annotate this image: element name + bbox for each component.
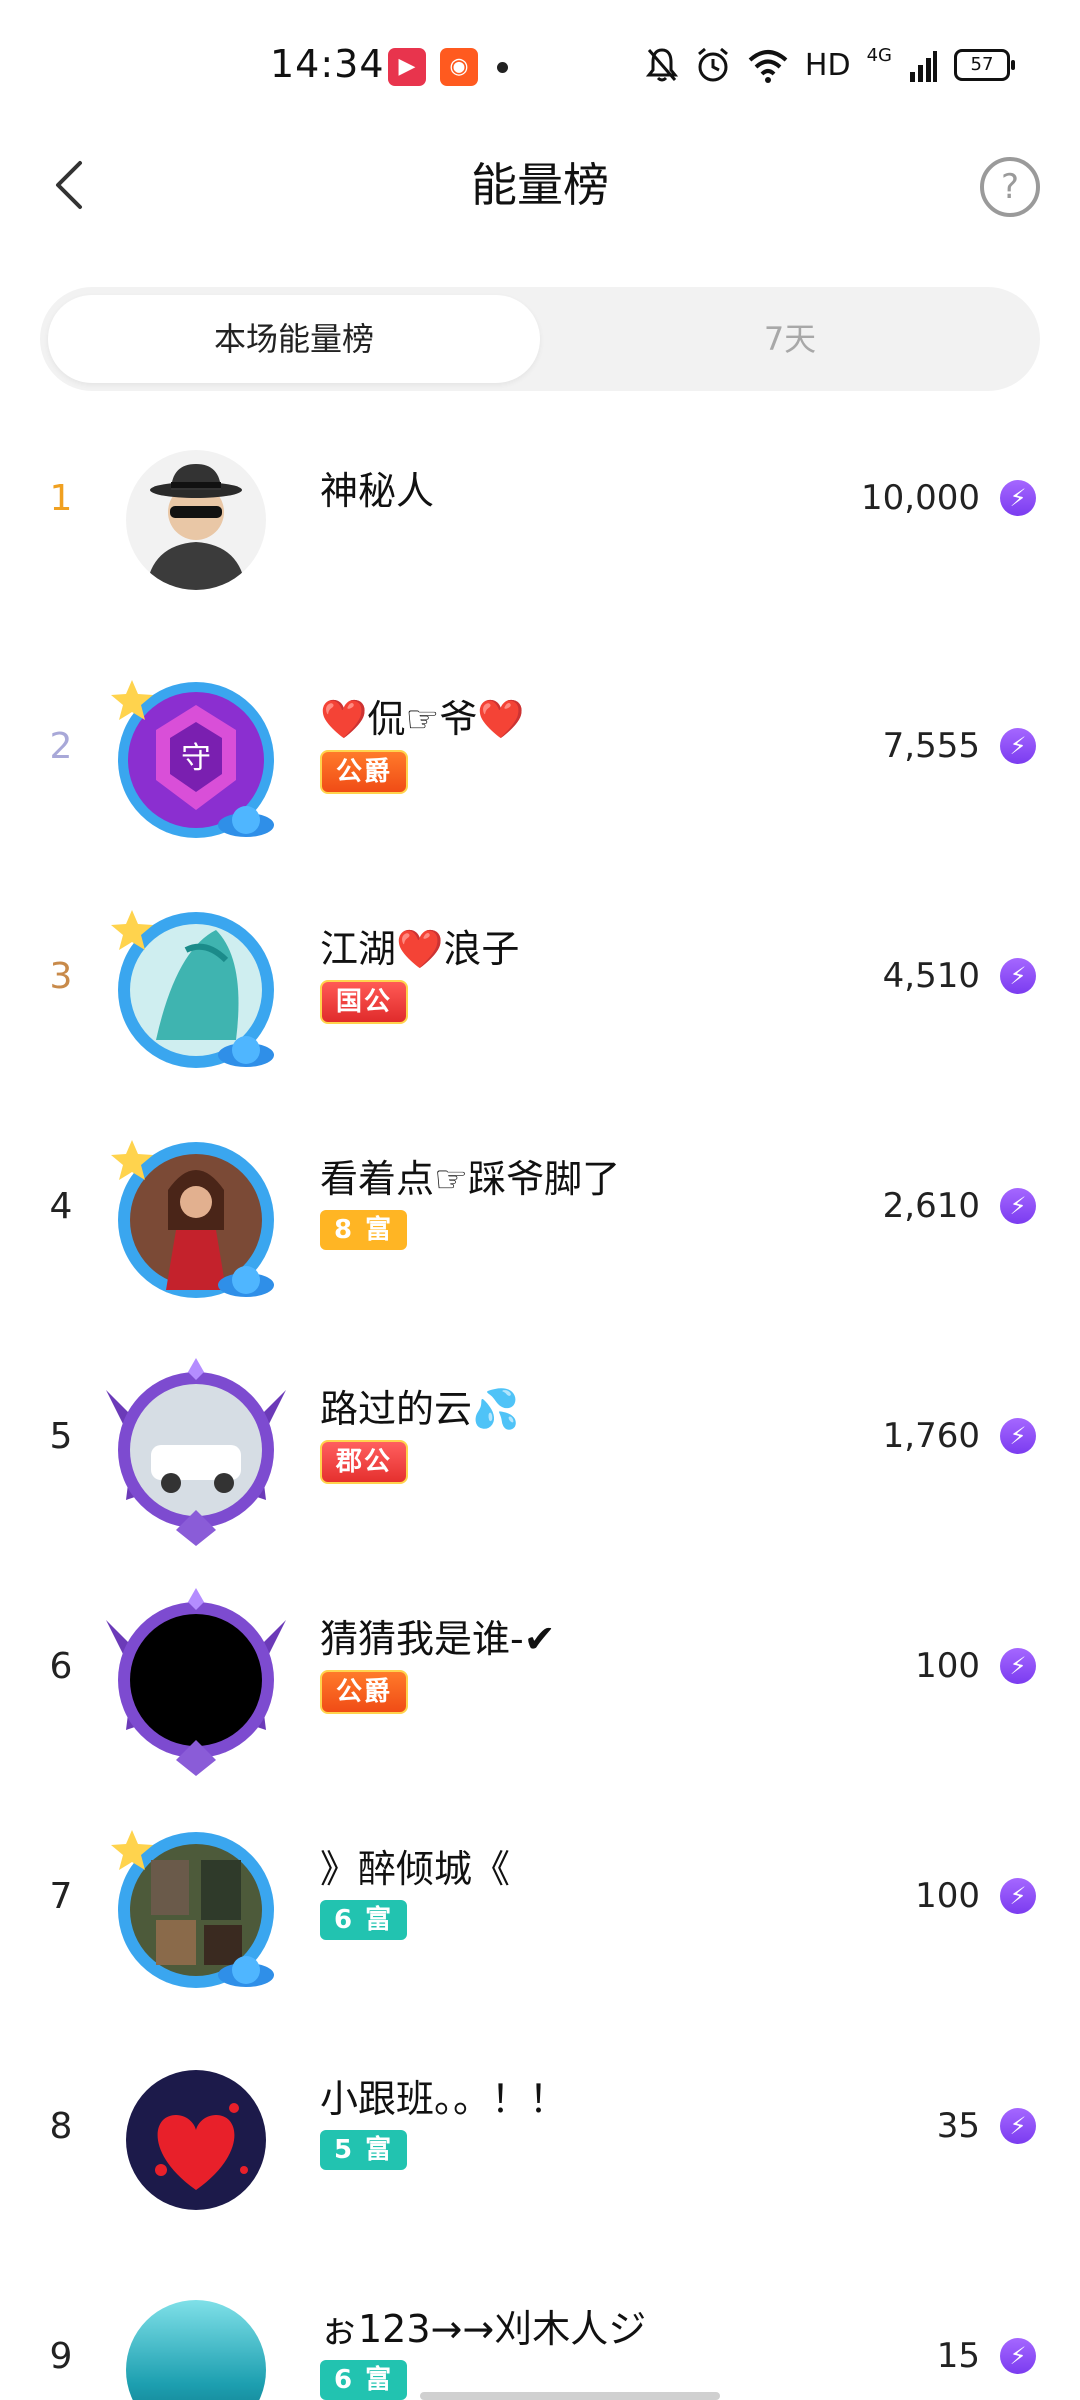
- ocean-avatar: [126, 2300, 266, 2400]
- avatar[interactable]: [96, 890, 296, 1090]
- network-type-label: HD: [804, 47, 851, 83]
- ranking-row[interactable]: 6 猜猜我是谁-✔ 公爵 100 ⚡: [0, 1570, 1080, 1800]
- page-title: 能量榜: [471, 158, 609, 212]
- energy-score: 100: [915, 1646, 980, 1686]
- lightning-bolt-icon: ⚡: [1000, 728, 1036, 764]
- mystery-person-avatar: [126, 450, 266, 590]
- lightning-bolt-icon: ⚡: [1000, 2338, 1036, 2374]
- tab-current-session[interactable]: 本场能量榜: [48, 295, 540, 383]
- tab-7-days[interactable]: 7天: [548, 295, 1032, 383]
- rank-number: 4: [49, 1186, 73, 1227]
- heart-avatar: [126, 2070, 266, 2210]
- purple-wing-frame-avatar: [106, 1358, 286, 1546]
- cell-signal-icon: [910, 51, 937, 82]
- user-name: 小跟班。。！！: [320, 2077, 568, 2121]
- lightning-bolt-icon: ⚡: [1000, 958, 1036, 994]
- purple-wing-frame-avatar: [106, 1588, 286, 1776]
- lightning-bolt-icon: ⚡: [1000, 1648, 1036, 1684]
- wealth-level-badge: 6 富: [320, 2360, 408, 2400]
- wifi-icon: [748, 50, 788, 83]
- user-name: 江湖❤️浪子: [320, 927, 520, 971]
- wealth-level-badge: 6 富: [320, 1900, 408, 1940]
- header: 能量榜 ?: [0, 135, 1080, 235]
- rank-number: 6: [49, 1646, 73, 1687]
- avatar[interactable]: [96, 2270, 296, 2400]
- anonymous-user-icon: [146, 464, 246, 590]
- lightning-bolt-icon: ⚡: [1000, 1188, 1036, 1224]
- ranking-tabs: 本场能量榜 7天: [40, 287, 1040, 391]
- svg-text:守: 守: [181, 741, 211, 776]
- star-frame-avatar: [111, 910, 274, 1068]
- ranking-row[interactable]: 3 江湖❤️浪子 国公 4,510 ⚡: [0, 880, 1080, 1110]
- battery-icon: 57: [954, 49, 1015, 81]
- ranking-row[interactable]: 4 看着点☞踩爷脚了 8 富 2,610 ⚡: [0, 1110, 1080, 1340]
- alarm-icon: [697, 47, 728, 82]
- avatar[interactable]: [96, 1810, 296, 2010]
- user-name: 神秘人: [320, 469, 435, 513]
- energy-score: 4,510: [882, 956, 980, 996]
- screen: 14:34 ▶ ◉ HD 4G 57 能量榜 ? 本场能量榜 7天 1 神秘人 …: [0, 0, 1080, 2400]
- energy-score: 7,555: [882, 726, 980, 766]
- help-icon[interactable]: ?: [980, 157, 1040, 217]
- lightning-bolt-icon: ⚡: [1000, 1878, 1036, 1914]
- status-bar: 14:34 ▶ ◉ HD 4G 57: [0, 0, 1080, 135]
- kuaishou-app-notification-icon: ◉: [440, 48, 478, 86]
- scroll-indicator: [420, 2392, 720, 2400]
- energy-score: 10,000: [861, 478, 980, 518]
- avatar[interactable]: [96, 1580, 296, 1780]
- ranking-row[interactable]: 7 》醉倾城《 6 富 100 ⚡: [0, 1800, 1080, 2030]
- star-frame-avatar: [111, 1830, 274, 1988]
- user-name: 看着点☞踩爷脚了: [320, 1157, 621, 1201]
- rank-number: 9: [49, 2336, 73, 2377]
- rank-badge: 公爵: [320, 750, 409, 794]
- user-name: ❤️侃☞爷❤️: [320, 697, 525, 741]
- ranking-row[interactable]: 8 小跟班。。！！ 5 富 35 ⚡: [0, 2030, 1080, 2260]
- mute-bell-icon: [645, 48, 679, 82]
- user-name: 路过的云💦: [320, 1387, 520, 1431]
- lightning-bolt-icon: ⚡: [1000, 480, 1036, 516]
- ranking-row[interactable]: 2 守 ❤️侃☞爷❤️ 公爵 7,555 ⚡: [0, 650, 1080, 880]
- avatar[interactable]: [96, 420, 296, 620]
- rank-badge: 国公: [320, 980, 409, 1024]
- ranking-row[interactable]: 1 神秘人 10,000 ⚡: [0, 420, 1080, 650]
- user-name: 》醉倾城《: [320, 1847, 511, 1891]
- wealth-level-badge: 5 富: [320, 2130, 408, 2170]
- status-time: 14:34: [270, 42, 385, 86]
- user-name: ぉ123→→刈木人ジ: [320, 2307, 647, 2351]
- rank-number: 1: [49, 478, 73, 519]
- signal-generation-label: 4G: [866, 44, 892, 66]
- rank-number: 2: [49, 726, 73, 767]
- rank-badge: 郡公: [320, 1440, 409, 1484]
- star-frame-avatar: [111, 1140, 274, 1298]
- lightning-bolt-icon: ⚡: [1000, 2108, 1036, 2144]
- energy-score: 1,760: [882, 1416, 980, 1456]
- avatar[interactable]: [96, 2040, 296, 2240]
- rank-number: 3: [49, 956, 73, 997]
- ranking-row[interactable]: 9 ぉ123→→刈木人ジ 6 富 15 ⚡: [0, 2260, 1080, 2400]
- lightning-bolt-icon: ⚡: [1000, 1418, 1036, 1454]
- heart-icon: [155, 2103, 248, 2190]
- guardian-frame-icon: 守: [111, 680, 274, 838]
- rank-badge: 公爵: [320, 1670, 409, 1714]
- ranking-row[interactable]: 5 路过的云💦 郡公 1,760 ⚡: [0, 1340, 1080, 1570]
- user-name: 猜猜我是谁-✔: [320, 1617, 556, 1661]
- energy-score: 100: [915, 1876, 980, 1916]
- energy-score: 35: [936, 2106, 980, 2146]
- avatar[interactable]: 守: [96, 660, 296, 860]
- avatar[interactable]: [96, 1120, 296, 1320]
- video-app-notification-icon: ▶: [388, 48, 426, 86]
- energy-score: 2,610: [882, 1186, 980, 1226]
- wealth-level-badge: 8 富: [320, 1210, 408, 1250]
- rank-number: 5: [49, 1416, 73, 1457]
- rank-number: 7: [49, 1876, 73, 1917]
- avatar[interactable]: [96, 1350, 296, 1550]
- status-icons: HD 4G 57: [645, 44, 1015, 84]
- rank-number: 8: [49, 2106, 73, 2147]
- energy-score: 15: [936, 2336, 980, 2376]
- more-notifications-dot: [497, 62, 508, 73]
